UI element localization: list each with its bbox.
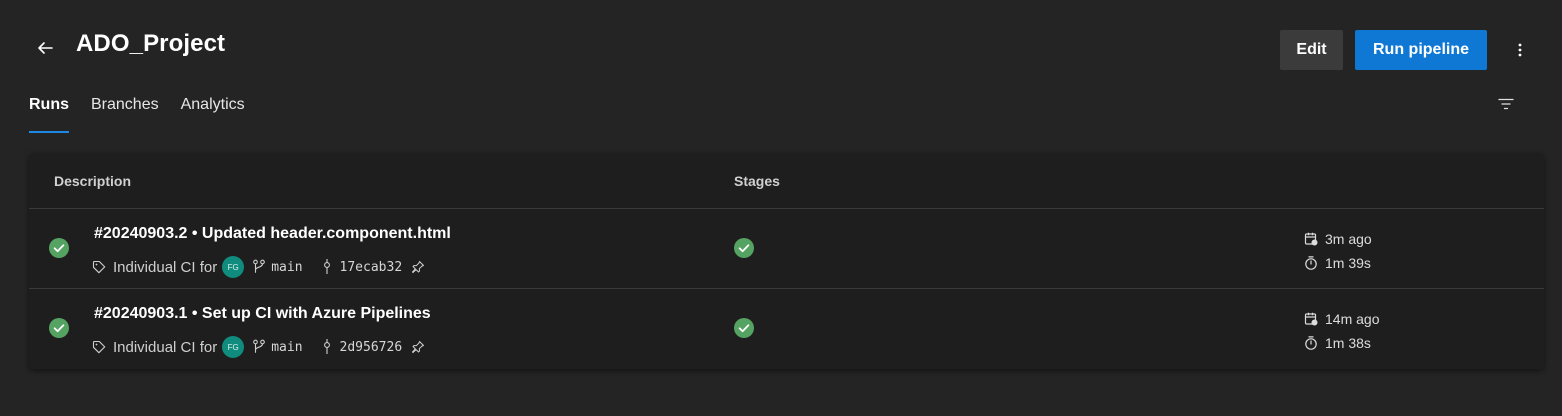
run-title[interactable]: #20240903.1 • Set up CI with Azure Pipel… [94, 305, 431, 323]
stage-success-icon[interactable] [734, 318, 754, 338]
trigger-text: Individual CI for [113, 338, 218, 356]
success-check-icon [49, 238, 69, 258]
branch-icon [253, 339, 266, 353]
calendar-icon [1304, 312, 1318, 326]
calendar-icon [1304, 232, 1318, 246]
page-title: ADO_Project [76, 30, 226, 57]
branch-icon [253, 259, 266, 273]
more-actions-button[interactable] [1506, 36, 1534, 64]
stopwatch-icon [1305, 256, 1317, 270]
back-button[interactable] [30, 33, 60, 63]
pin-icon[interactable] [411, 260, 425, 274]
column-header-description[interactable]: Description [54, 173, 131, 189]
stage-success-icon[interactable] [734, 238, 754, 258]
run-timing: 14m ago 1m 38s [1304, 307, 1379, 355]
tab-bar: Runs Branches Analytics [29, 94, 267, 134]
trigger-text: Individual CI for [113, 258, 218, 276]
run-meta: Individual CI for FG main 17ecab32 [91, 255, 425, 279]
branch-name[interactable]: main [271, 260, 302, 275]
column-header-stages[interactable]: Stages [734, 173, 780, 189]
tab-analytics[interactable]: Analytics [181, 94, 245, 133]
tag-icon [92, 340, 106, 354]
edit-button[interactable]: Edit [1280, 30, 1343, 70]
pin-icon[interactable] [411, 340, 425, 354]
table-row[interactable]: #20240903.2 • Updated header.component.h… [29, 208, 1544, 288]
back-arrow-icon [38, 42, 53, 54]
success-check-icon [49, 318, 69, 338]
commit-icon [323, 259, 330, 274]
queued-time: 14m ago [1325, 311, 1380, 327]
filter-button[interactable] [1494, 92, 1518, 116]
run-duration: 1m 38s [1325, 335, 1371, 351]
commit-icon [323, 339, 330, 354]
runs-table: Description Stages #20240903.2 • Updated… [29, 153, 1544, 369]
run-title[interactable]: #20240903.2 • Updated header.component.h… [94, 225, 451, 243]
pipeline-runs-page: ADO_Project Edit Run pipeline Runs Branc… [0, 0, 1562, 416]
run-timing: 3m ago 1m 39s [1304, 227, 1372, 275]
avatar[interactable]: FG [222, 336, 245, 358]
commit-id[interactable]: 2d956726 [340, 340, 403, 355]
tab-runs[interactable]: Runs [29, 94, 69, 133]
filter-icon [1498, 98, 1514, 110]
run-duration: 1m 39s [1325, 255, 1371, 271]
queued-time: 3m ago [1325, 231, 1372, 247]
more-vertical-icon [1518, 43, 1522, 57]
avatar[interactable]: FG [222, 256, 245, 278]
tag-icon [92, 260, 106, 274]
commit-id[interactable]: 17ecab32 [340, 260, 403, 275]
branch-name[interactable]: main [271, 340, 302, 355]
table-row[interactable]: #20240903.1 • Set up CI with Azure Pipel… [29, 288, 1544, 368]
tab-branches[interactable]: Branches [91, 94, 159, 133]
run-meta: Individual CI for FG main 2d956726 [91, 335, 425, 359]
run-pipeline-button[interactable]: Run pipeline [1355, 30, 1487, 70]
stopwatch-icon [1305, 336, 1317, 350]
